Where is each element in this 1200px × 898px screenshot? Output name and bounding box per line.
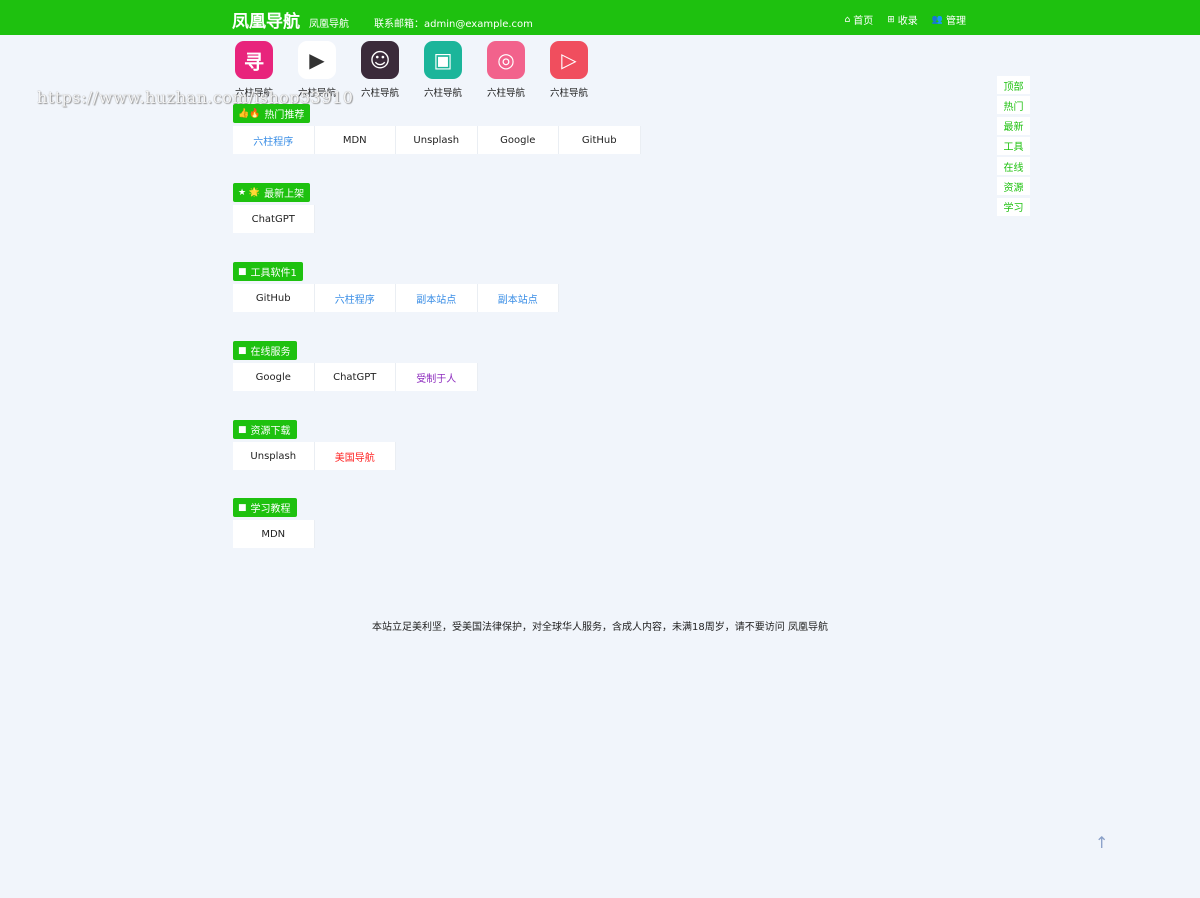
site-subtitle: 凤凰导航 <box>309 19 349 30</box>
folder-icon: ■ <box>238 345 247 356</box>
section-learn: ■ 学习教程 MDN <box>233 498 315 548</box>
app-icon: ▣ <box>424 41 462 79</box>
section-download: ■ 资源下载 Unsplash 美国导航 <box>233 420 396 470</box>
site-link[interactable]: MDN <box>314 126 396 154</box>
nav-link-label: 收录 <box>897 16 918 27</box>
site-link[interactable]: 六柱程序 <box>314 284 396 312</box>
site-link[interactable]: 受制于人 <box>396 363 478 391</box>
site-link[interactable]: 美国导航 <box>314 442 396 470</box>
site-link[interactable]: 副本站点 <box>396 284 478 312</box>
side-anchor-nav: 顶部热门 最新 工具在线 资源 学习 <box>997 76 1030 218</box>
app-tile[interactable]: ▷ 六柱导航 <box>550 41 588 99</box>
section-hot: 👍🔥 热门推荐六柱程序 MDN Unsplash Google GitHub <box>233 104 641 154</box>
app-tile[interactable]: ▶ 六柱导航 <box>298 41 336 99</box>
top-navbar: 凤凰导航 凤凰导航 联系邮箱：admin@example.com ⌂ 首页 ⊞ 收录 👥… <box>0 0 1200 35</box>
site-link[interactable]: 副本站点 <box>477 284 559 312</box>
site-logo[interactable]: 凤凰导航 <box>232 7 300 32</box>
section-title: ■ 在线服务 <box>233 341 297 360</box>
app-label: 六柱导航 <box>549 88 588 99</box>
section-online: ■ 在线服务 Google ChatGPT 受制于人 <box>233 341 478 391</box>
folder-icon: ■ <box>238 424 247 435</box>
nav-link-label: 管理 <box>946 16 966 27</box>
app-label: 六柱导航 <box>423 88 462 99</box>
section-tools: ■ 工具软件1 GitHub 六柱程序 副本站点 副本站点 <box>233 262 559 312</box>
section-title: ■ 资源下载 <box>233 420 297 439</box>
star-icon: ★ 🌟 <box>238 187 261 198</box>
nav-link-1[interactable]: ⊞ 收录 <box>887 12 918 28</box>
section-title: ■ 工具软件1 <box>233 262 303 281</box>
section-title-text: 工具软件1 <box>250 268 297 279</box>
side-anchor-link[interactable]: 工具 <box>997 136 1030 155</box>
nav-link-label: 首页 <box>853 16 874 27</box>
link-row: Google ChatGPT 受制于人 <box>233 363 478 391</box>
app-icon-row: 寻六柱导航 ▶ 六柱导航 ☺ 六柱导航 ▣ 六柱导航 ◎ 六柱导航 ▷ 六柱导航 <box>235 41 588 99</box>
section-title-text: 在线服务 <box>250 347 291 358</box>
app-icon: ◎ <box>487 41 525 79</box>
site-link[interactable]: 六柱程序 <box>233 126 315 154</box>
app-tile[interactable]: ▣ 六柱导航 <box>424 41 462 99</box>
site-link[interactable]: MDN <box>233 520 315 548</box>
site-link[interactable]: Unsplash <box>233 442 315 470</box>
section-title: ■ 学习教程 <box>233 498 297 517</box>
site-link[interactable]: GitHub <box>233 284 315 312</box>
site-link[interactable]: Unsplash <box>396 126 478 154</box>
back-to-top-button[interactable]: ↑ <box>1095 833 1108 852</box>
top-nav-links: ⌂ 首页 ⊞ 收录 👥 管理 <box>844 12 966 28</box>
side-anchor-link[interactable]: 顶部 <box>997 76 1030 94</box>
app-icon: ☺ <box>361 41 399 79</box>
app-label: 六柱导航 <box>486 88 525 99</box>
thumbs-up-icon: 👍🔥 <box>238 108 261 119</box>
nav-link-2[interactable]: 👥 管理 <box>931 12 966 28</box>
site-link[interactable]: Google <box>233 363 315 391</box>
folder-icon: ■ <box>238 266 247 277</box>
plus-square-icon: ⊞ <box>887 14 895 25</box>
nav-link-0[interactable]: ⌂ 首页 <box>844 12 874 28</box>
link-row: ChatGPT <box>233 205 315 233</box>
footer-notice: 本站立足美利坚，受美国法律保护，对全球华人服务，含成人内容，未满18周岁，请不要… <box>372 622 828 633</box>
side-anchor-link[interactable]: 在线 <box>997 157 1030 176</box>
app-label: 六柱导航 <box>234 88 273 99</box>
folder-icon: ■ <box>238 502 247 513</box>
side-anchor-link[interactable]: 资源 <box>997 177 1030 196</box>
link-row: GitHub 六柱程序 副本站点 副本站点 <box>233 284 559 312</box>
side-anchor-link[interactable]: 最新 <box>997 116 1030 135</box>
contact-email: 联系邮箱：admin@example.com <box>374 19 533 30</box>
link-row: 六柱程序 MDN Unsplash Google GitHub <box>233 126 641 154</box>
app-label: 六柱导航 <box>297 88 336 99</box>
home-icon: ⌂ <box>844 14 851 25</box>
site-link[interactable]: ChatGPT <box>314 363 396 391</box>
section-new: ★ 🌟 最新上架 ChatGPT <box>233 183 315 233</box>
app-icon: 寻 <box>235 41 273 79</box>
site-link[interactable]: ChatGPT <box>233 205 315 233</box>
section-title: ★ 🌟 最新上架 <box>233 183 311 202</box>
side-anchor-link[interactable]: 热门 <box>997 96 1030 115</box>
section-title-text: 热门推荐 <box>264 110 305 121</box>
app-tile[interactable]: ◎ 六柱导航 <box>487 41 525 99</box>
users-icon: 👥 <box>931 14 943 25</box>
link-row: Unsplash 美国导航 <box>233 442 396 470</box>
app-tile[interactable]: ☺ 六柱导航 <box>361 41 399 99</box>
site-link[interactable]: Google <box>477 126 559 154</box>
side-anchor-link[interactable]: 学习 <box>997 197 1030 216</box>
app-tile[interactable]: 寻六柱导航 <box>235 41 273 99</box>
section-title: 👍🔥 热门推荐 <box>233 104 311 123</box>
section-title-text: 资源下载 <box>250 426 291 437</box>
app-icon: ▶ <box>298 41 336 79</box>
site-link[interactable]: GitHub <box>559 126 641 154</box>
app-icon: ▷ <box>550 41 588 79</box>
app-label: 六柱导航 <box>360 88 399 99</box>
section-title-text: 最新上架 <box>264 189 305 200</box>
section-title-text: 学习教程 <box>250 504 291 515</box>
link-row: MDN <box>233 520 315 548</box>
